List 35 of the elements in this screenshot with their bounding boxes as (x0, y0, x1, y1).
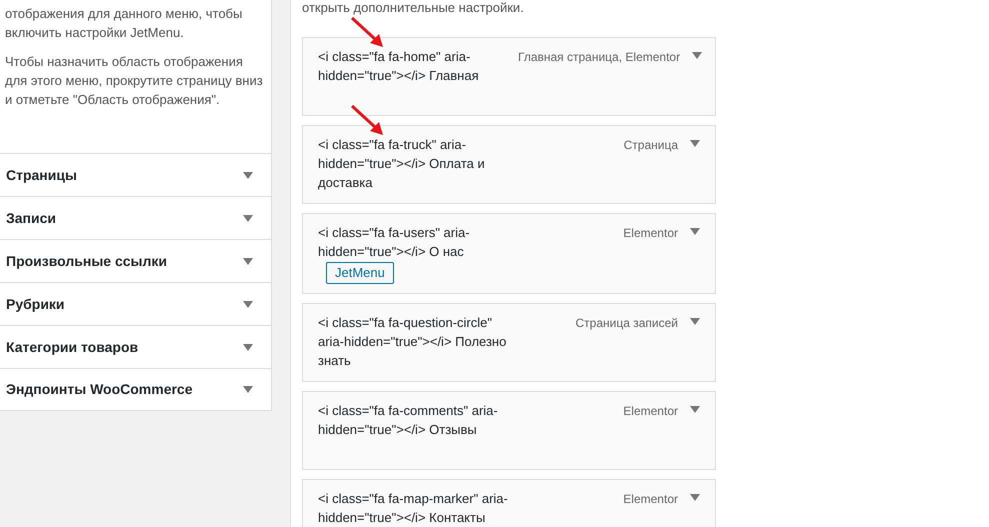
menu-item-bar[interactable]: <i class="fa fa-users" aria-hidden="true"></i> О нас JetMenu Elementor (302, 213, 716, 294)
caret-icon (243, 258, 253, 264)
caret-icon (243, 386, 253, 393)
menu-item-type: Страница (624, 137, 678, 154)
caret-icon (690, 140, 700, 147)
caret-icon (243, 344, 253, 350)
menu-item-type: Главная страница, Elementor (518, 49, 680, 66)
menu-item-type: Elementor (623, 403, 678, 420)
caret-icon (690, 318, 700, 325)
menu-item-type: Elementor (623, 225, 678, 242)
caret-icon (692, 52, 702, 59)
caret-icon (690, 494, 700, 501)
menu-item-title: <i class="fa fa-home" aria-hidden="true"></i> Главная (318, 48, 480, 85)
menu-item-title: <i class="fa fa-truck" aria-hidden="true"></i> Оплата и доставка (318, 136, 486, 192)
menu-item-bar[interactable]: <i class="fa fa-map-marker" aria-hidden="true"></i> Контакты Elementor (302, 479, 716, 527)
help-text: открыть дополнительные настройки. (302, 0, 525, 16)
menu-item-bar[interactable]: <i class="fa fa-home" aria-hidden="true"></i> Главная Главная страница, Elementor (302, 37, 716, 116)
caret-icon (690, 228, 700, 235)
menu-item-title: <i class="fa fa-map-marker" aria-hidden="true"></i> Контакты (318, 490, 509, 527)
menu-item-type: Elementor (623, 491, 678, 508)
help-text: отображения для данного меню, чтобы включить настройки JetMenu. (4, 5, 244, 42)
caret-icon (243, 214, 253, 222)
caret-icon (243, 172, 253, 178)
menu-item-bar[interactable]: <i class="fa fa-truck" aria-hidden="true"></i> Оплата и доставка Страница (302, 125, 716, 204)
menu-item-type: Страница записей (576, 315, 678, 332)
jetmenu-button[interactable]: JetMenu (326, 262, 394, 284)
menu-item-bar[interactable]: <i class="fa fa-comments" aria-hidden="true"></i> Отзывы Elementor (302, 391, 716, 470)
menu-item-bar[interactable]: <i class="fa fa-question-circle" aria-hidden="true"></i> Полезно знать Страница записей (302, 303, 716, 382)
caret-icon (243, 300, 253, 308)
menu-item-title: <i class="fa fa-comments" aria-hidden="true"></i> Отзывы (318, 402, 499, 439)
menu-item-title: <i class="fa fa-question-circle" aria-hidden="true"></i> Полезно знать (318, 314, 508, 370)
help-text: Чтобы назначить область отображения для этого меню, прокрутите страницу вниз и отметьте "Область отображения". (4, 53, 264, 109)
caret-icon (690, 406, 700, 413)
menu-item-title: <i class="fa fa-users" aria-hidden="true"></i> О нас (318, 224, 471, 261)
accordion-section[interactable]: Эндпоинты WooCommerce (0, 368, 271, 411)
